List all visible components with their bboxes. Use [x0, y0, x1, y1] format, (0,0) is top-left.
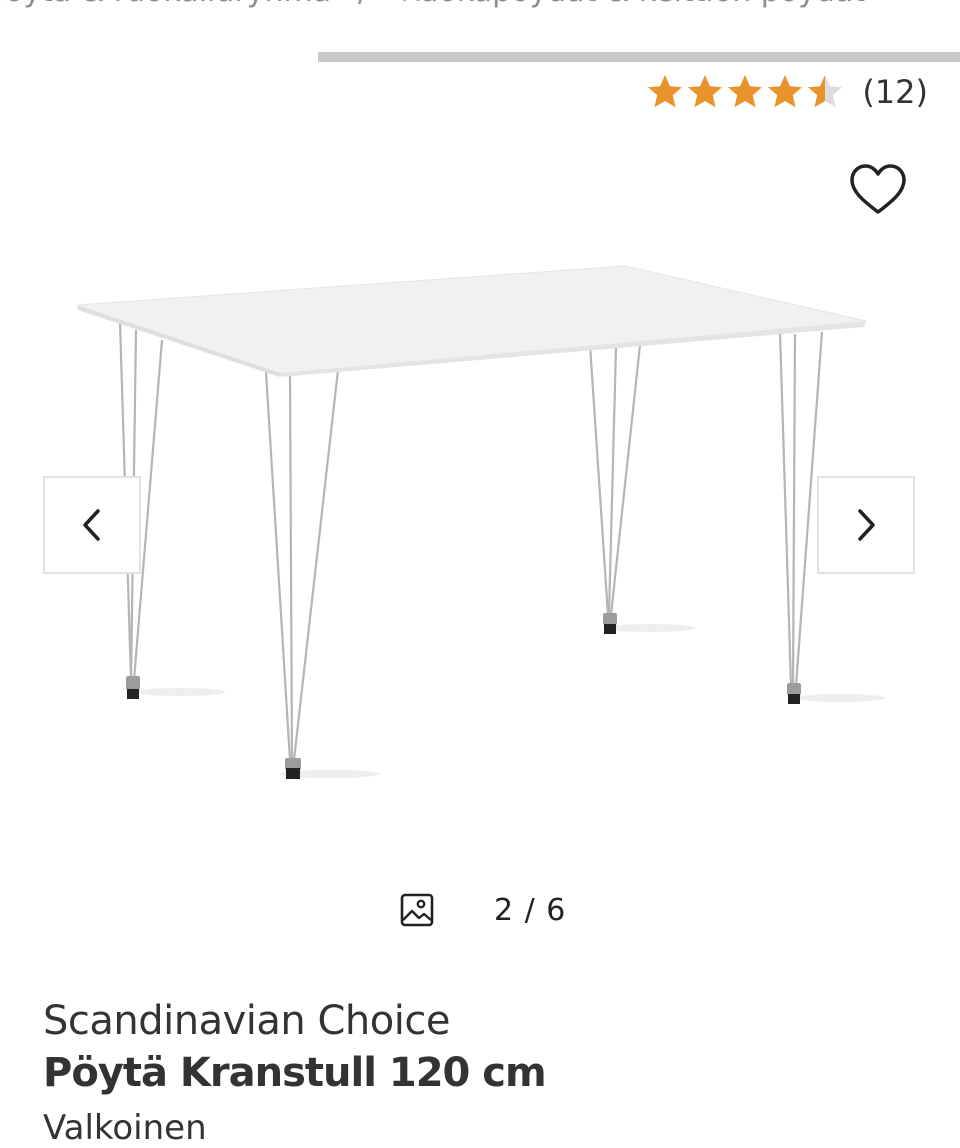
breadcrumb: pöytä & ruokailuryhmä / Ruokapöydät & ke…	[0, 0, 960, 18]
breadcrumb-separator: /	[358, 0, 368, 9]
product-title: Pöytä Kranstull 120 cm	[43, 1050, 547, 1096]
product-brand[interactable]: Scandinavian Choice	[43, 998, 450, 1044]
gallery-next-button[interactable]	[817, 476, 915, 574]
star-icon	[688, 75, 723, 108]
product-variant: Valkoinen	[43, 1108, 207, 1148]
image-icon	[400, 893, 434, 927]
heart-outline-icon	[850, 164, 906, 214]
rating-count: (12)	[862, 73, 928, 111]
star-icon	[808, 75, 843, 108]
star-icon	[768, 75, 803, 108]
product-image[interactable]	[0, 230, 960, 870]
breadcrumb-scrollbar[interactable]	[318, 52, 960, 62]
wishlist-button[interactable]	[848, 162, 908, 218]
chevron-right-icon	[858, 509, 875, 541]
gallery-counter[interactable]: 2 / 6	[400, 890, 566, 930]
gallery-counter-text: 2 / 6	[494, 892, 567, 928]
rating-stars	[646, 73, 844, 111]
gallery-prev-button[interactable]	[43, 476, 141, 574]
product-rating[interactable]: (12)	[646, 72, 928, 112]
star-icon	[648, 75, 683, 108]
breadcrumb-link-category[interactable]: pöytä & ruokailuryhmä	[0, 0, 331, 9]
table-illustration	[76, 265, 885, 779]
breadcrumb-link-subcategory[interactable]: Ruokapöydät & keittiön pöydät	[400, 0, 865, 9]
chevron-left-icon	[83, 509, 100, 541]
star-icon	[728, 75, 763, 108]
